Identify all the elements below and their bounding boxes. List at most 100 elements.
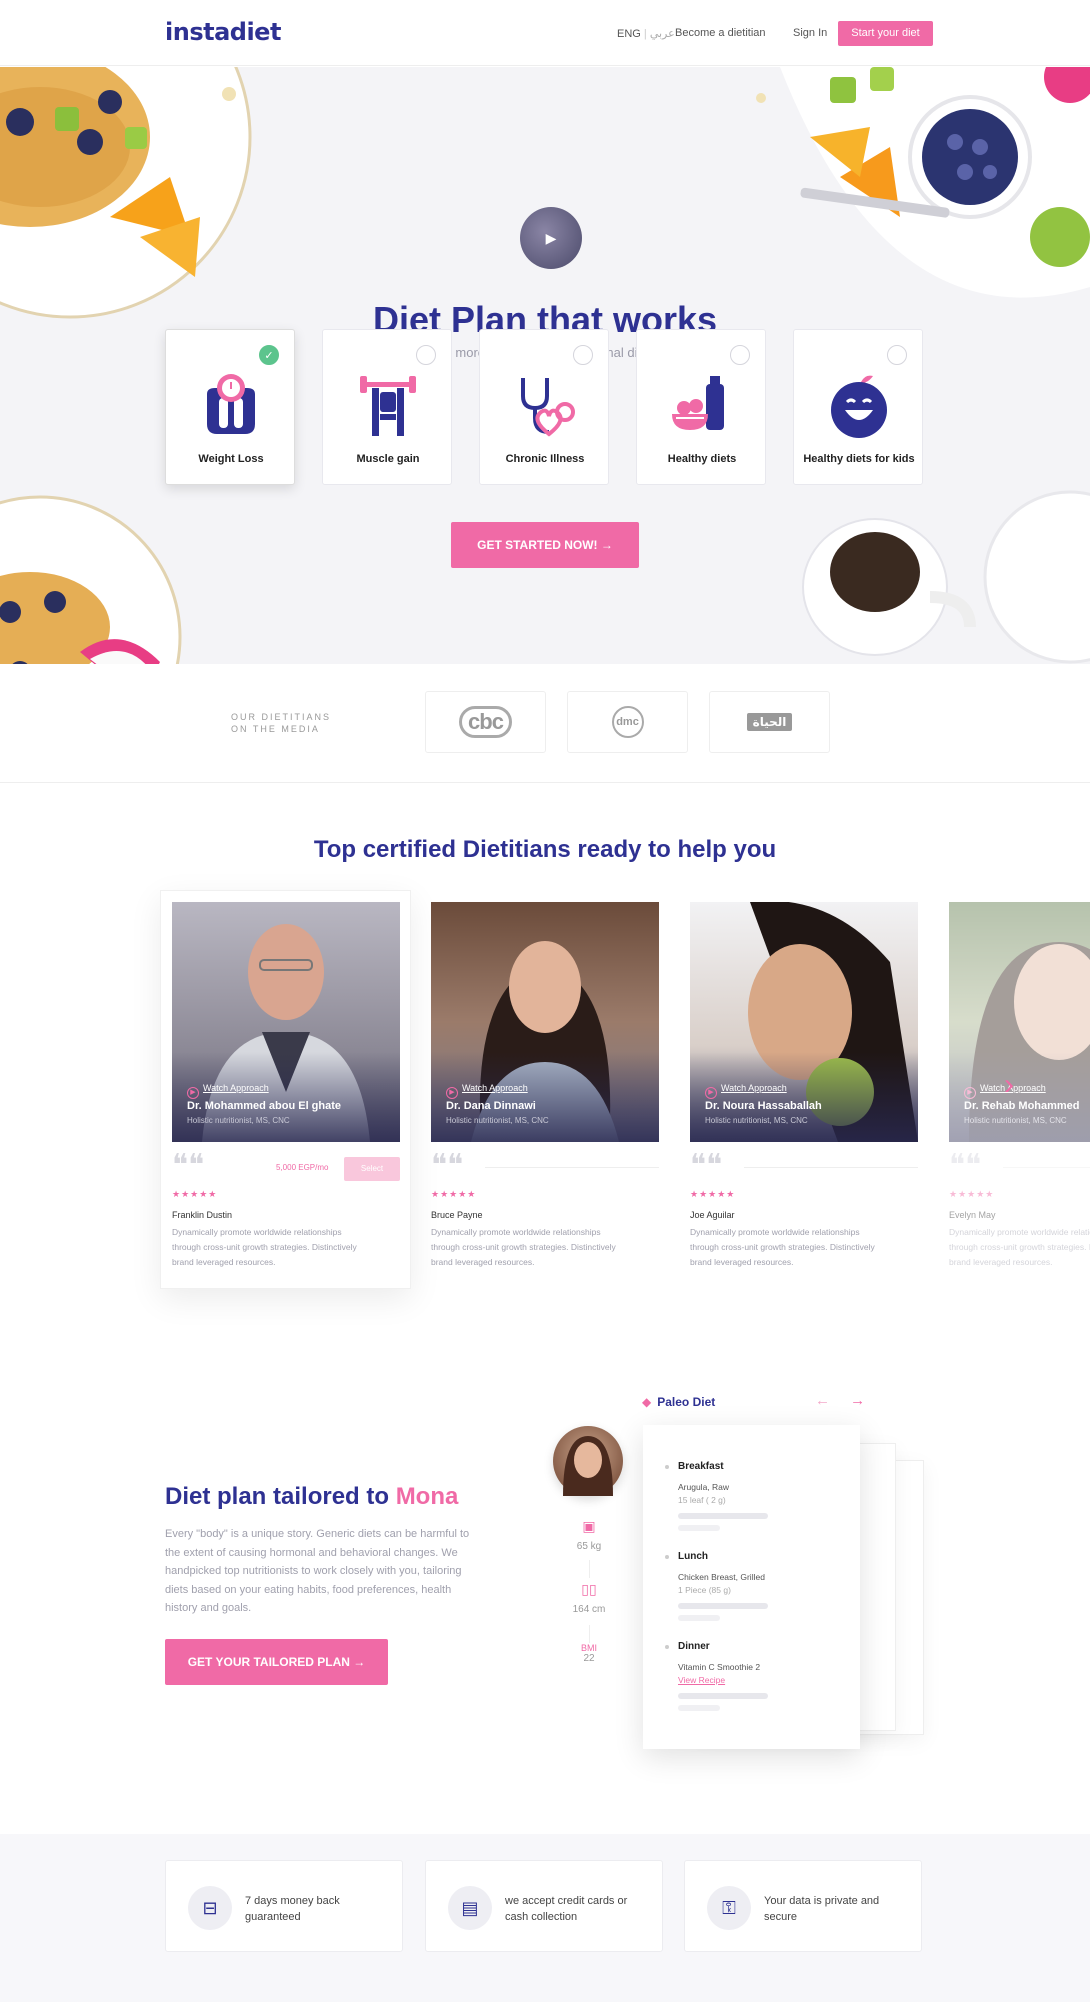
- goal-card-weight-loss[interactable]: ✓ Weight Loss: [165, 329, 295, 485]
- arrow-right-icon: →: [353, 1655, 366, 1669]
- meal-name: Lunch: [665, 1551, 768, 1562]
- goal-card-chronic-illness[interactable]: Chronic Illness: [479, 329, 609, 485]
- get-started-label: GET STARTED NOW!: [477, 538, 598, 552]
- weight-stat: ▣ 65 kg: [552, 1518, 626, 1552]
- user-avatar: [553, 1426, 623, 1496]
- media-logo-cbc[interactable]: cbc: [425, 691, 546, 753]
- next-arrow-icon[interactable]: →: [850, 1392, 865, 1409]
- media-logo-alhayat[interactable]: الحياة: [709, 691, 830, 753]
- checkbox[interactable]: [573, 345, 593, 365]
- select-button[interactable]: Select: [344, 1157, 400, 1181]
- placeholder-bar: [678, 1615, 720, 1621]
- goal-label: Healthy diets for kids: [803, 453, 915, 465]
- play-video-button[interactable]: ▶: [520, 207, 582, 269]
- quote-icon: ❝❝: [949, 1148, 982, 1183]
- stat-divider: [589, 1560, 590, 1578]
- review-text: Dynamically promote worldwide relationsh…: [172, 1227, 357, 1267]
- avatar-portrait: [563, 1436, 613, 1496]
- goal-card-healthy-diets[interactable]: Healthy diets: [636, 329, 766, 485]
- decor-dot: [756, 93, 766, 103]
- tailored-plan-button[interactable]: GET YOUR TAILORED PLAN →: [165, 1639, 388, 1685]
- meal-dinner: Dinner Vitamin C Smoothie 2 View Recipe: [665, 1641, 768, 1711]
- dietitian-title: Holistic nutritionist, MS, CNC: [705, 1116, 808, 1125]
- goal-card-healthy-diets-kids[interactable]: Healthy diets for kids: [793, 329, 923, 485]
- meal-item: Chicken Breast, Grilled: [678, 1572, 765, 1582]
- goal-label: Chronic Illness: [505, 453, 585, 465]
- arrow-right-icon: →: [600, 538, 613, 552]
- dietitian-title: Holistic nutritionist, MS, CNC: [446, 1116, 549, 1125]
- feature-text: 7 days money back guaranteed: [245, 1895, 340, 1923]
- meal-item: Arugula, Raw: [678, 1482, 730, 1492]
- diet-nav: ← →: [815, 1392, 865, 1409]
- sign-in-link[interactable]: Sign In: [793, 27, 827, 39]
- checkbox[interactable]: [730, 345, 750, 365]
- watch-label: Watch Approach: [721, 1083, 787, 1093]
- money-back-icon: ⊟: [188, 1886, 232, 1930]
- meal-plan-card: Breakfast Arugula, Raw 15 leaf ( 2 g) Lu…: [643, 1425, 860, 1749]
- reviewer-name: Bruce Payne: [431, 1210, 483, 1220]
- bmi-label: BMI: [580, 1643, 597, 1653]
- diet-icon: ◆: [642, 1395, 652, 1409]
- decor-dot: [222, 87, 236, 101]
- start-diet-button[interactable]: Start your diet: [838, 21, 933, 46]
- weight-bench-icon: [360, 376, 416, 436]
- dietitian-title: Holistic nutritionist, MS, CNC: [964, 1116, 1067, 1125]
- dietitian-name: Dr. Noura Hassaballah: [705, 1100, 822, 1112]
- divider-line: [744, 1167, 918, 1168]
- tailored-title-name: Mona: [395, 1483, 459, 1510]
- goal-label: Weight Loss: [198, 453, 264, 465]
- meal-lunch: Lunch Chicken Breast, Grilled 1 Piece (8…: [665, 1551, 768, 1621]
- logo[interactable]: instadiet: [165, 18, 281, 46]
- goal-card-muscle-gain[interactable]: Muscle gain: [322, 329, 452, 485]
- media-label: OUR DIETITIANS ON THE MEDIA: [231, 712, 332, 734]
- lang-en[interactable]: ENG: [617, 28, 641, 40]
- get-started-button[interactable]: GET STARTED NOW! →: [451, 522, 639, 568]
- prev-arrow-icon[interactable]: ←: [815, 1392, 830, 1409]
- become-dietitian-link[interactable]: Become a dietitian: [675, 27, 766, 39]
- dietitian-photo: ▶ Watch Approach Dr. Rehab Mohammed Holis…: [949, 902, 1090, 1142]
- media-logo-dmc[interactable]: dmc: [567, 691, 688, 753]
- scale-icon: [207, 374, 255, 434]
- reviewer-name: Franklin Dustin: [172, 1210, 233, 1220]
- cbc-logo: cbc: [459, 706, 512, 738]
- play-circle-icon: ▶: [446, 1087, 458, 1099]
- check-icon: ✓: [259, 345, 279, 365]
- carousel-next-icon[interactable]: ›: [1004, 1068, 1014, 1102]
- meal-quantity: 1 Piece (85 g): [678, 1585, 731, 1595]
- placeholder-bar: [678, 1513, 768, 1519]
- diet-plan-header: ◆ Paleo Diet: [642, 1395, 715, 1409]
- lang-ar[interactable]: عربي: [650, 28, 675, 40]
- review-text: Dynamically promote worldwide relationsh…: [431, 1227, 616, 1267]
- meal-item: Vitamin C Smoothie 2: [678, 1662, 761, 1672]
- placeholder-bar: [678, 1693, 768, 1699]
- dietitian-photo: ▶ Watch Approach Dr. Noura Hassaballah Ho…: [690, 902, 918, 1142]
- star-rating: ★★★★★: [431, 1189, 477, 1199]
- watch-approach-link[interactable]: ▶ Watch Approach: [187, 1083, 269, 1099]
- watch-approach-link[interactable]: ▶ Watch Approach: [705, 1083, 787, 1099]
- bmi-stat: BMI 22: [552, 1643, 626, 1664]
- watch-label: Watch Approach: [203, 1083, 269, 1093]
- checkbox[interactable]: [887, 345, 907, 365]
- star-rating: ★★★★★: [172, 1189, 218, 1199]
- height-stat: ▯▯ 164 cm: [552, 1581, 626, 1615]
- play-circle-icon: ▶: [705, 1087, 717, 1099]
- credit-card-icon: ▤: [448, 1886, 492, 1930]
- tailored-plan-label: GET YOUR TAILORED PLAN: [187, 1655, 350, 1669]
- goal-label: Muscle gain: [356, 453, 420, 465]
- feature-text: Your data is private and secure: [764, 1895, 880, 1923]
- tailored-title-prefix: Diet plan tailored to: [165, 1483, 396, 1510]
- divider-line: [1003, 1167, 1090, 1168]
- quote-icon: ❝❝: [172, 1148, 205, 1183]
- view-recipe-link[interactable]: View Recipe: [678, 1675, 768, 1685]
- review-text: Dynamically promote worldwide relationsh…: [949, 1227, 1090, 1267]
- play-icon: ▶: [545, 229, 557, 246]
- tailored-description: Every "body" is a unique story. Generic …: [165, 1528, 470, 1614]
- language-switcher[interactable]: ENG | عربي: [617, 27, 675, 40]
- watch-label: Watch Approach: [462, 1083, 528, 1093]
- checkbox[interactable]: [416, 345, 436, 365]
- fruit-platter-image: [780, 67, 1090, 298]
- dietitian-name: Dr. Rehab Mohammed: [964, 1100, 1080, 1112]
- star-rating: ★★★★★: [949, 1189, 995, 1199]
- watch-approach-link[interactable]: ▶ Watch Approach: [446, 1083, 528, 1099]
- quote-icon: ❝❝: [431, 1148, 464, 1183]
